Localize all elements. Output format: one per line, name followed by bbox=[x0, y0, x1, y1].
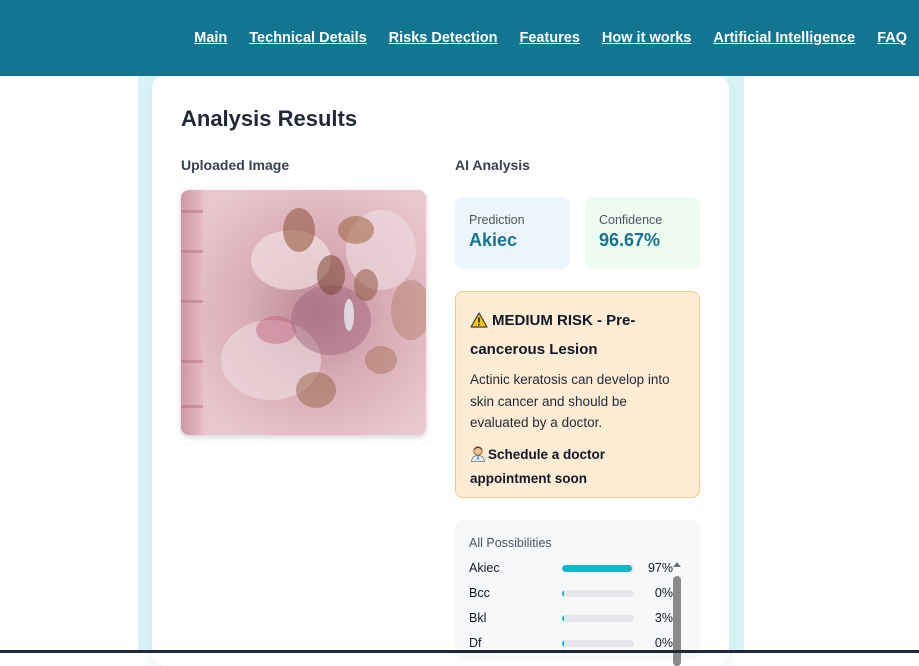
risk-action-row: Schedule a doctor appointment soon bbox=[470, 444, 685, 490]
possibility-bar-fill bbox=[562, 565, 632, 572]
possibility-bar-fill bbox=[562, 590, 565, 597]
possibility-name: Df bbox=[469, 636, 482, 650]
ai-analysis-label: AI Analysis bbox=[455, 157, 530, 173]
possibility-row-akiec: Akiec 97% bbox=[469, 561, 673, 577]
possibilities-title: All Possibilities bbox=[469, 536, 552, 550]
possibilities-panel: All Possibilities Akiec 97% Bcc 0% Bkl 3% Df 0% bbox=[455, 520, 700, 660]
doctor-icon bbox=[470, 445, 486, 469]
confidence-label: Confidence bbox=[599, 213, 663, 227]
risk-description: Actinic keratosis can develop into skin … bbox=[470, 372, 670, 430]
nav-link-technical-details[interactable]: Technical Details bbox=[249, 30, 366, 46]
possibility-percent: 97% bbox=[647, 561, 673, 575]
confidence-value: 96.67% bbox=[599, 230, 661, 250]
possibility-bar-fill bbox=[562, 615, 565, 622]
nav-link-features[interactable]: Features bbox=[519, 30, 579, 46]
risk-action: Schedule a doctor appointment soon bbox=[470, 446, 606, 487]
nav-link-how-it-works[interactable]: How it works bbox=[602, 30, 691, 46]
possibility-name: Bkl bbox=[469, 611, 487, 625]
risk-title-row: MEDIUM RISK - Pre-cancerous Lesion bbox=[470, 308, 685, 363]
nav-link-faq[interactable]: FAQ bbox=[877, 30, 907, 46]
possibility-bar bbox=[562, 640, 634, 647]
warning-icon bbox=[470, 311, 488, 337]
uploaded-skin-image bbox=[181, 190, 426, 435]
confidence-box: Confidence 96.67% bbox=[585, 197, 700, 269]
nav-link-risks-detection[interactable]: Risks Detection bbox=[389, 30, 498, 46]
prediction-box: Prediction Akiec bbox=[455, 197, 570, 269]
possibility-bar bbox=[562, 590, 634, 597]
possibility-name: Akiec bbox=[469, 561, 500, 575]
scroll-up-arrow-icon[interactable] bbox=[673, 562, 681, 567]
risk-alert: MEDIUM RISK - Pre-cancerous Lesion Actin… bbox=[455, 291, 700, 498]
possibility-bar bbox=[562, 615, 634, 622]
possibility-row-bcc: Bcc 0% bbox=[469, 586, 673, 602]
nav-links: Main Technical Details Risks Detection F… bbox=[194, 30, 907, 46]
page-title: Analysis Results bbox=[181, 106, 358, 131]
prediction-value: Akiec bbox=[469, 230, 518, 250]
uploaded-image-label: Uploaded Image bbox=[181, 157, 290, 173]
analysis-results-card: Analysis Results Uploaded Image AI Analy… bbox=[152, 76, 729, 666]
possibility-name: Bcc bbox=[469, 586, 490, 600]
nav-link-artificial-intelligence[interactable]: Artificial Intelligence bbox=[713, 30, 855, 46]
possibility-bar-fill bbox=[562, 640, 565, 647]
prediction-label: Prediction bbox=[469, 213, 525, 227]
possibilities-scrollbar[interactable] bbox=[671, 560, 683, 666]
top-navbar: Main Technical Details Risks Detection F… bbox=[0, 0, 919, 76]
possibility-bar bbox=[562, 565, 634, 572]
possibility-row-bkl: Bkl 3% bbox=[469, 611, 673, 627]
nav-link-main[interactable]: Main bbox=[194, 30, 227, 46]
risk-title: MEDIUM RISK - Pre-cancerous Lesion bbox=[470, 312, 636, 358]
